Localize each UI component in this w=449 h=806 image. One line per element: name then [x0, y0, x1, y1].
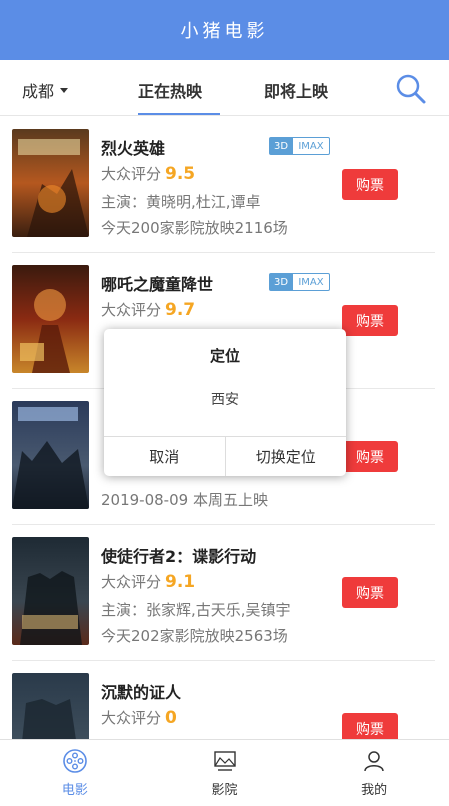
nav-item-movies[interactable]: 电影 [0, 740, 150, 806]
location-dialog: 定位 西安 取消 切换定位 [104, 329, 346, 476]
score-line: 大众评分 0 [101, 707, 177, 728]
top-tab-bar: 成都 正在热映 即将上映 [0, 60, 449, 116]
switch-location-button[interactable]: 切换定位 [224, 437, 347, 476]
movie-item[interactable]: 使徒行者2：谍影行动 大众评分 9.1 主演：张家辉,古天乐,吴镇宇 今天202家… [0, 525, 449, 661]
tag-3d: 3D [269, 273, 293, 291]
buy-ticket-button[interactable]: 购票 [342, 577, 398, 608]
active-tab-indicator [138, 113, 220, 115]
film-reel-icon [63, 749, 87, 773]
movie-title: 烈火英雄 [101, 139, 166, 158]
tag-imax: IMAX [293, 137, 330, 155]
actors-text: 主演：黄晓明,杜江,谭卓 [101, 193, 261, 211]
movie-item[interactable]: 烈火英雄 3D IMAX 大众评分 9.5 主演：黄晓明,杜江,谭卓 今天200家… [0, 117, 449, 253]
city-selector[interactable]: 成都 [22, 78, 69, 102]
dialog-buttons: 取消 切换定位 [104, 436, 346, 476]
actors-text: 主演：张家辉,古天乐,吴镇宇 [101, 601, 291, 619]
score-label: 大众评分 [101, 709, 162, 727]
score-value: 9.5 [165, 164, 196, 184]
score-line: 大众评分 9.1 [101, 571, 195, 592]
tag-imax: IMAX [293, 273, 330, 291]
cinema-screen-icon [213, 751, 236, 771]
showing-info: 今天202家影院放映2563场 [101, 627, 288, 645]
buy-ticket-button[interactable]: 购票 [342, 305, 398, 336]
format-tags: 3D IMAX [269, 137, 330, 155]
movie-poster[interactable] [12, 673, 89, 739]
bottom-nav: 电影 影院 我的 [0, 739, 449, 806]
score-value: 0 [165, 708, 177, 728]
score-label: 大众评分 [101, 165, 162, 183]
dialog-title: 定位 [209, 347, 240, 365]
dialog-message: 西安 [211, 392, 239, 408]
release-date: 2019-08-09 本周五上映 [101, 491, 268, 509]
movie-poster[interactable] [12, 129, 89, 237]
score-value: 9.7 [165, 300, 196, 320]
movie-title: 使徒行者2：谍影行动 [101, 547, 257, 566]
format-tags: 3D IMAX [269, 273, 330, 291]
app-title: 小猪电影 [180, 21, 269, 42]
buy-ticket-button[interactable]: 购票 [342, 441, 398, 472]
score-label: 大众评分 [101, 301, 162, 319]
user-icon [364, 751, 384, 772]
nav-item-cinemas[interactable]: 影院 [150, 740, 300, 806]
movie-item[interactable]: 沉默的证人 大众评分 0 购票 [0, 661, 449, 739]
score-label: 大众评分 [101, 573, 162, 591]
tab-now-showing[interactable]: 正在热映 [138, 78, 202, 102]
app-header: 小猪电影 [0, 0, 449, 60]
caret-down-icon [60, 87, 69, 93]
movie-poster[interactable] [12, 401, 89, 509]
cancel-button[interactable]: 取消 [104, 437, 225, 476]
movie-title: 沉默的证人 [101, 683, 182, 702]
score-value: 9.1 [165, 572, 196, 592]
buy-ticket-button[interactable]: 购票 [342, 169, 398, 200]
movie-poster[interactable] [12, 265, 89, 373]
movie-poster[interactable] [12, 537, 89, 645]
nav-label: 电影 [61, 783, 88, 798]
buy-ticket-button[interactable]: 购票 [342, 713, 398, 739]
nav-label: 影院 [211, 783, 238, 798]
city-name: 成都 [22, 82, 55, 101]
tab-coming-soon[interactable]: 即将上映 [264, 78, 328, 102]
score-line: 大众评分 9.5 [101, 163, 195, 184]
showing-info: 今天200家影院放映2116场 [101, 219, 288, 237]
search-icon[interactable] [394, 72, 428, 106]
nav-item-mine[interactable]: 我的 [299, 740, 449, 806]
nav-label: 我的 [361, 783, 388, 798]
tag-3d: 3D [269, 137, 293, 155]
score-line: 大众评分 9.7 [101, 299, 195, 320]
movie-title: 哪吒之魔童降世 [101, 275, 214, 294]
